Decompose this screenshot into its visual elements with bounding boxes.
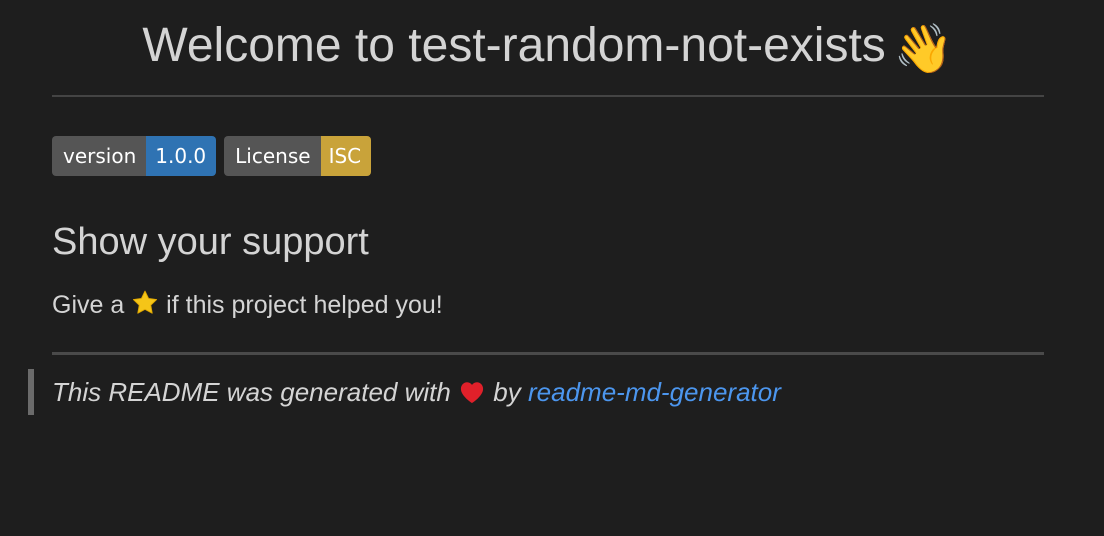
license-badge[interactable]: License ISC (224, 136, 372, 176)
support-text-after: if this project helped you! (166, 291, 443, 319)
badge-row: version 1.0.0 License ISC (52, 136, 372, 176)
version-badge-label: version (52, 136, 147, 176)
waving-hand-icon: 👋 (893, 23, 954, 76)
page-title: Welcome to test-random-not-exists 👋 (52, 10, 1044, 86)
heart-icon (460, 382, 484, 404)
support-heading: Show your support (52, 221, 369, 263)
blockquote-bar (28, 369, 34, 415)
version-badge-value: 1.0.0 (146, 136, 217, 176)
footer-divider (52, 352, 1044, 355)
version-badge[interactable]: version 1.0.0 (52, 136, 217, 176)
license-badge-label: License (224, 136, 321, 176)
star-icon (133, 290, 158, 314)
by-text: by (493, 377, 521, 407)
readme-preview: Welcome to test-random-not-exists 👋 versi… (0, 0, 1104, 536)
support-text: Give a if this project helped you! (52, 286, 443, 324)
generated-with-text: This README was generated with (52, 377, 451, 407)
readme-md-generator-link[interactable]: readme-md-generator (528, 377, 781, 407)
page-title-text: Welcome to test-random-not-exists (142, 19, 886, 72)
generated-with-note: This README was generated with by readme… (52, 373, 781, 411)
title-divider (52, 95, 1044, 97)
support-text-before: Give a (52, 291, 125, 319)
license-badge-value: ISC (320, 136, 372, 176)
